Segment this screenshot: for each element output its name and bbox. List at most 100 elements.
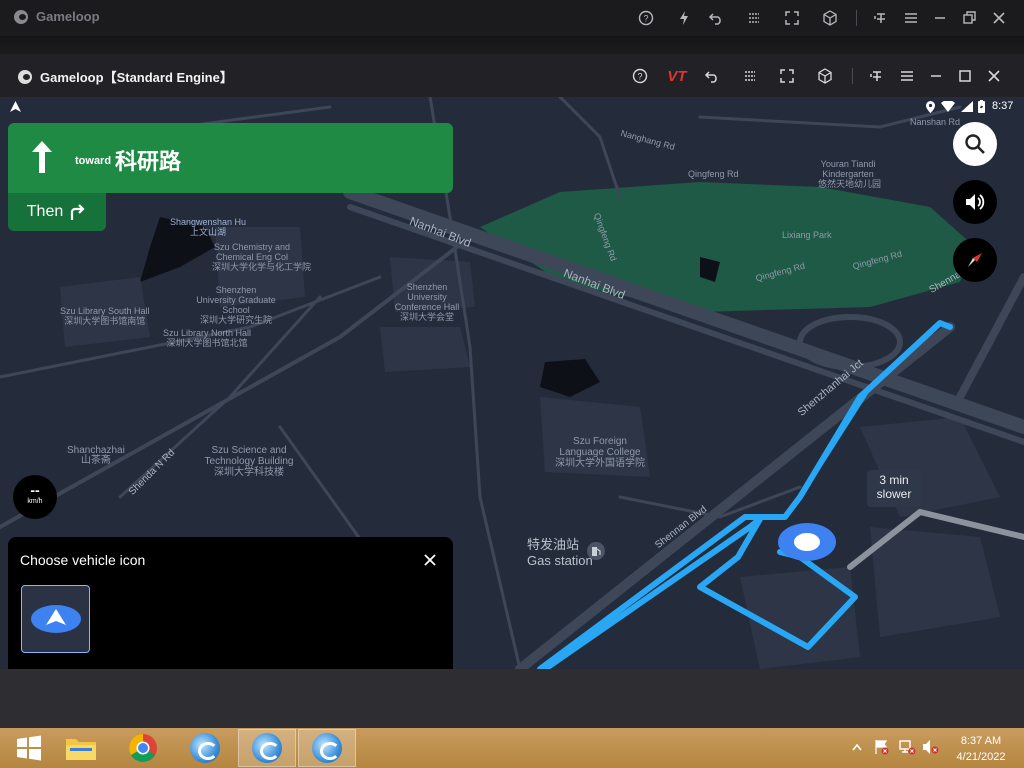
menu-grid-icon[interactable] bbox=[743, 7, 765, 29]
start-button[interactable] bbox=[0, 729, 58, 767]
speed-unit: km/h bbox=[27, 498, 43, 505]
close-sheet-icon[interactable] bbox=[423, 553, 437, 567]
close-icon[interactable] bbox=[988, 7, 1010, 29]
navigation-instruction-card[interactable]: toward 科研路 bbox=[8, 123, 453, 193]
location-dot bbox=[794, 533, 820, 551]
outer-window-title: Gameloop bbox=[36, 9, 100, 24]
svg-text:?: ? bbox=[637, 72, 642, 82]
speed-value: -- bbox=[30, 482, 40, 498]
maximize-icon[interactable] bbox=[954, 65, 976, 87]
restore-icon[interactable] bbox=[958, 7, 980, 29]
minimize-icon[interactable] bbox=[925, 65, 947, 87]
navigation-arrow-icon bbox=[10, 101, 21, 112]
current-location-puck bbox=[778, 523, 836, 561]
volume-muted-icon[interactable] bbox=[922, 739, 940, 755]
pin-icon[interactable] bbox=[870, 7, 892, 29]
gameloop-icon bbox=[252, 733, 282, 763]
taskbar-chrome[interactable] bbox=[114, 729, 172, 767]
search-button[interactable] bbox=[953, 122, 997, 166]
action-center-flag-icon[interactable] bbox=[874, 739, 890, 755]
network-icon[interactable] bbox=[898, 739, 916, 755]
wifi-icon bbox=[941, 101, 955, 112]
taskbar-gameloop-3[interactable] bbox=[298, 729, 356, 767]
android-status-bar: 8:37 bbox=[0, 97, 1024, 117]
compass-icon bbox=[968, 253, 982, 267]
then-instruction[interactable]: Then bbox=[8, 193, 106, 231]
road-label: Nanshan Rd bbox=[910, 117, 961, 127]
place-label-szu-lib-south: Szu Library South Hall 深圳大学图书馆南馆 bbox=[60, 306, 150, 326]
outer-brand: Gameloop bbox=[14, 9, 100, 24]
taskbar-file-explorer[interactable] bbox=[52, 729, 110, 767]
menu-grid-icon[interactable] bbox=[739, 65, 761, 87]
speaker-icon bbox=[966, 194, 985, 210]
help-icon[interactable]: ? bbox=[635, 7, 657, 29]
chrome-icon bbox=[129, 734, 157, 762]
place-label-szu-conference: Shenzhen University Conference Hall 深圳大学会… bbox=[394, 282, 460, 322]
place-label-szu-grad: Shenzhen University Graduate School 深圳大学研… bbox=[196, 285, 276, 325]
place-label-lixiang-park: Lixiang Park bbox=[782, 230, 832, 240]
clock-time: 8:37 AM bbox=[960, 735, 1002, 747]
then-label: Then bbox=[26, 203, 64, 220]
fullscreen-icon[interactable] bbox=[781, 7, 803, 29]
place-label-youran: Youran Tiandi Kindergarten 悠然天地幼儿园 bbox=[818, 159, 882, 189]
arrow-vehicle-icon bbox=[30, 605, 81, 633]
inner-window-title: Gameloop【Standard Engine】 bbox=[40, 70, 233, 85]
boost-icon[interactable] bbox=[673, 7, 695, 29]
place-label-shangwenshan: Shangwenshan Hu 上文山湖 bbox=[170, 217, 247, 237]
outer-title-bar: Gameloop ? bbox=[0, 0, 1024, 36]
inner-title-bar: Gameloop【Standard Engine】 ? VT bbox=[0, 54, 1024, 97]
gameloop-logo-icon bbox=[18, 69, 32, 84]
search-icon bbox=[965, 134, 985, 154]
hamburger-menu-icon[interactable] bbox=[896, 65, 918, 87]
pin-icon[interactable] bbox=[866, 65, 888, 87]
place-label-szu-lib-north: Szu Library North Hall 深圳大学图书馆北馆 bbox=[163, 328, 252, 348]
gameloop-icon bbox=[190, 733, 220, 763]
outer-bar-shadow bbox=[0, 36, 1024, 54]
show-hidden-icons-icon[interactable] bbox=[852, 743, 862, 751]
status-time: 8:37 bbox=[992, 100, 1014, 112]
street-name: 科研路 bbox=[115, 149, 182, 174]
taskbar-clock[interactable]: 8:37 AM 4/21/2022 bbox=[950, 733, 1012, 765]
help-icon[interactable]: ? bbox=[629, 65, 651, 87]
windows-taskbar: 8:37 AM 4/21/2022 bbox=[0, 728, 1024, 768]
traffic-delay-tip[interactable]: 3 min slower bbox=[867, 470, 921, 507]
straight-arrow-icon bbox=[32, 141, 52, 173]
back-icon[interactable] bbox=[705, 7, 727, 29]
compass-button[interactable] bbox=[953, 238, 997, 282]
signal-icon bbox=[961, 101, 973, 112]
battery-icon bbox=[978, 100, 985, 113]
place-label-szu-chem: Szu Chemistry and Chemical Eng Col 深圳大学化学… bbox=[212, 242, 312, 272]
svg-text:?: ? bbox=[643, 14, 648, 24]
cube-icon[interactable] bbox=[814, 65, 836, 87]
vehicle-option-arrow[interactable] bbox=[21, 585, 90, 653]
emulator-bottom-area bbox=[0, 669, 1024, 728]
folder-icon bbox=[66, 739, 96, 760]
sound-button[interactable] bbox=[953, 180, 997, 224]
gameloop-logo-icon bbox=[14, 9, 28, 24]
toolbar-divider bbox=[856, 10, 857, 26]
minimize-icon[interactable] bbox=[929, 7, 951, 29]
turn-right-icon bbox=[71, 204, 85, 220]
gas-station-icon[interactable] bbox=[587, 542, 605, 560]
place-label-szu-science: Szu Science and Technology Building 深圳大学科… bbox=[204, 445, 294, 478]
toolbar-divider bbox=[852, 68, 853, 84]
place-label-qingfeng-rd: Qingfeng Rd bbox=[688, 169, 739, 179]
taskbar-gameloop-2[interactable] bbox=[238, 729, 296, 767]
hamburger-menu-icon[interactable] bbox=[900, 7, 922, 29]
vt-badge[interactable]: VT bbox=[666, 65, 688, 87]
close-icon[interactable] bbox=[983, 65, 1005, 87]
location-pin-icon bbox=[926, 101, 935, 113]
gameloop-icon bbox=[312, 733, 342, 763]
back-icon[interactable] bbox=[701, 65, 723, 87]
vehicle-icon-sheet: Choose vehicle icon bbox=[8, 537, 453, 669]
windows-logo-icon bbox=[17, 735, 41, 761]
clock-date: 4/21/2022 bbox=[956, 751, 1006, 763]
place-label-szu-language: Szu Foreign Language College 深圳大学外国语学院 bbox=[555, 436, 645, 469]
fullscreen-icon[interactable] bbox=[776, 65, 798, 87]
cube-icon[interactable] bbox=[819, 7, 841, 29]
place-label-gas-station: 特发油站 Gas station bbox=[527, 537, 593, 568]
inner-brand: Gameloop【Standard Engine】 bbox=[18, 67, 233, 86]
sheet-title: Choose vehicle icon bbox=[20, 552, 146, 568]
taskbar-gameloop-1[interactable] bbox=[176, 729, 234, 767]
toward-label: toward bbox=[75, 155, 112, 167]
